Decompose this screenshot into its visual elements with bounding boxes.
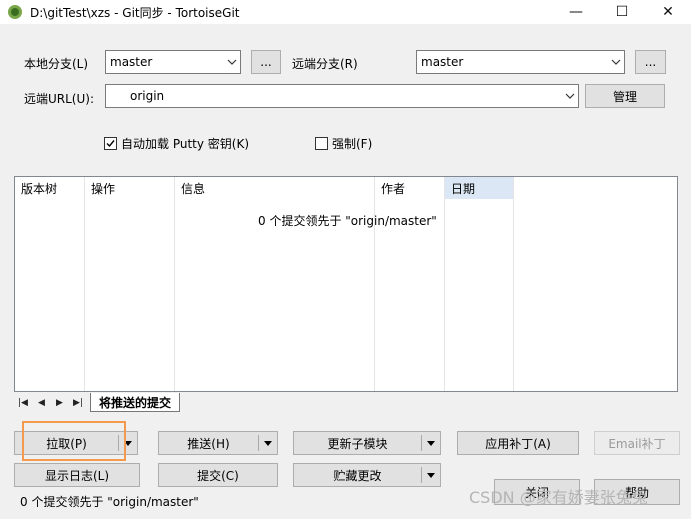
manage-remotes-button[interactable]: 管理	[585, 84, 665, 108]
update-submodules-split-button[interactable]: 更新子模块	[293, 431, 441, 455]
column-divider	[513, 177, 514, 391]
minimize-button[interactable]: —	[553, 0, 599, 24]
column-header-graph[interactable]: 版本树	[15, 177, 85, 199]
dropdown-arrow-icon[interactable]	[422, 440, 440, 446]
tab-nav-last-icon[interactable]: ▶|	[73, 398, 83, 408]
remote-branch-value: master	[421, 55, 464, 69]
local-branch-combo[interactable]: master	[105, 50, 241, 74]
chevron-down-icon	[224, 51, 240, 73]
push-split-button[interactable]: 推送(H)	[158, 431, 278, 455]
push-button-label[interactable]: 推送(H)	[159, 435, 258, 452]
autoload-putty-key-option[interactable]: 自动加载 Putty 密钥(K)	[104, 135, 249, 152]
window-title: D:\gitTest\xzs - Git同步 - TortoiseGit	[30, 6, 240, 20]
update-submodules-label[interactable]: 更新子模块	[294, 435, 421, 452]
column-header-date[interactable]: 日期	[445, 177, 514, 199]
stash-split-button[interactable]: 贮藏更改	[293, 463, 441, 487]
empty-list-message: 0 个提交领先于 "origin/master"	[258, 214, 437, 228]
pull-button-highlight	[22, 421, 126, 461]
column-divider	[84, 177, 85, 391]
tab-nav-prev-icon[interactable]: ◀	[38, 398, 45, 408]
remote-url-label: 远端URL(U):	[24, 92, 94, 106]
remote-url-combo[interactable]: origin	[105, 84, 579, 108]
apply-patch-button[interactable]: 应用补丁(A)	[457, 431, 579, 455]
commit-button[interactable]: 提交(C)	[158, 463, 278, 487]
local-branch-browse-button[interactable]: ...	[251, 50, 281, 74]
dropdown-arrow-icon[interactable]	[259, 440, 277, 446]
autoload-putty-label: 自动加载 Putty 密钥(K)	[121, 137, 250, 151]
tortoisegit-app-icon	[7, 4, 23, 20]
tab-nav-first-icon[interactable]: |◀	[18, 398, 28, 408]
column-divider	[374, 177, 375, 391]
force-label: 强制(F)	[332, 137, 373, 151]
show-log-button[interactable]: 显示日志(L)	[14, 463, 140, 487]
column-divider	[174, 177, 175, 391]
dropdown-arrow-icon[interactable]	[422, 472, 440, 478]
commit-list[interactable]: 版本树 操作 信息 作者 日期 0 个提交领先于 "origin/master"	[14, 176, 678, 392]
remote-branch-label: 远端分支(R)	[292, 57, 358, 71]
column-header-action[interactable]: 操作	[85, 177, 175, 199]
column-divider	[444, 177, 445, 391]
force-checkbox[interactable]	[315, 137, 328, 150]
local-branch-value: master	[110, 55, 153, 69]
local-branch-label: 本地分支(L)	[24, 57, 89, 71]
remote-branch-browse-button[interactable]: ...	[635, 50, 666, 74]
remote-branch-combo[interactable]: master	[416, 50, 625, 74]
autoload-putty-checkbox[interactable]	[104, 137, 117, 150]
column-header-author[interactable]: 作者	[375, 177, 445, 199]
maximize-button[interactable]: ☐	[599, 0, 645, 24]
column-header-message[interactable]: 信息	[175, 177, 375, 199]
force-option[interactable]: 强制(F)	[315, 135, 372, 152]
close-window-button[interactable]: ✕	[645, 0, 691, 24]
status-text: 0 个提交领先于 "origin/master"	[20, 495, 199, 509]
email-patch-button[interactable]: Email补丁	[594, 431, 680, 455]
watermark-text: CSDN @家有娇妻张兔兔	[469, 488, 648, 507]
remote-url-value: origin	[130, 89, 165, 103]
stash-button-label[interactable]: 贮藏更改	[294, 467, 421, 484]
chevron-down-icon	[562, 85, 578, 107]
tab-commits-to-push[interactable]: 将推送的提交	[90, 393, 181, 412]
chevron-down-icon	[608, 51, 624, 73]
tab-nav-next-icon[interactable]: ▶	[56, 398, 63, 408]
